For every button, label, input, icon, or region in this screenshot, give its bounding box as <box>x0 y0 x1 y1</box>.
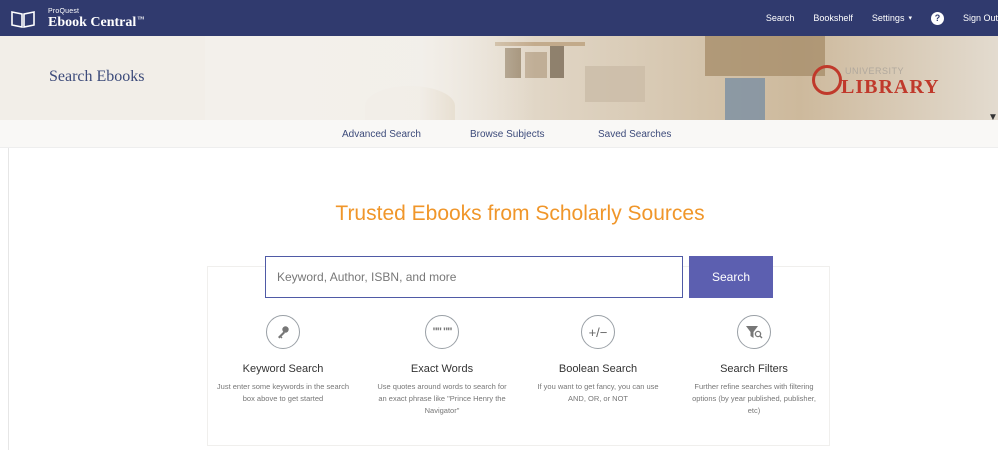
quotes-icon: "" "" <box>425 315 459 349</box>
top-nav-links: Search Bookshelf Settings ▾ ? Sign Out <box>766 0 998 36</box>
advanced-search-link[interactable]: Advanced Search <box>342 129 421 140</box>
settings-label: Settings <box>871 13 905 23</box>
help-icon: ? <box>930 11 944 25</box>
help-button[interactable]: ? <box>930 11 944 25</box>
feature-description: If you want to get fancy, you can use AN… <box>537 382 659 403</box>
open-book-icon <box>10 8 36 30</box>
banner-dropdown-icon[interactable]: ▼ <box>988 112 998 120</box>
feature-description: Use quotes around words to search for an… <box>377 382 507 415</box>
nav-settings-menu[interactable]: Settings ▾ <box>872 13 912 23</box>
feature-boolean-search: +/− Boolean Search If you want to get fa… <box>523 315 673 405</box>
saved-searches-link[interactable]: Saved Searches <box>598 129 671 140</box>
plus-minus-icon: +/− <box>581 315 615 349</box>
logo-subtitle: UNIVERSITY <box>845 66 905 76</box>
feature-exact-words: "" "" Exact Words Use quotes around word… <box>367 315 517 417</box>
brand-sup: ProQuest <box>48 8 80 15</box>
feature-title: Boolean Search <box>558 363 638 375</box>
logo-title: LIBRARY <box>841 76 940 98</box>
feature-title: Exact Words <box>410 363 474 375</box>
search-subnav: Advanced Search Browse Subjects Saved Se… <box>0 120 998 148</box>
feature-keyword-search: Keyword Search Just enter some keywords … <box>208 315 358 405</box>
feature-title: Search Filters <box>720 363 788 375</box>
sign-out-link[interactable]: Sign Out <box>963 13 998 23</box>
nav-search-link[interactable]: Search <box>766 13 795 23</box>
filter-icon <box>737 315 771 349</box>
headline: Trusted Ebooks from Scholarly Sources <box>335 202 705 225</box>
left-divider <box>8 148 9 450</box>
feature-search-filters: Search Filters Further refine searches w… <box>679 315 829 417</box>
feature-description: Further refine searches with filtering o… <box>692 382 816 415</box>
browse-subjects-link[interactable]: Browse Subjects <box>470 129 544 140</box>
search-input[interactable] <box>265 256 683 298</box>
brand-logo[interactable]: ProQuest Ebook Central™ <box>10 6 144 32</box>
brand-name: Ebook Central™ <box>48 15 145 30</box>
page-title: Search Ebooks <box>49 68 145 85</box>
key-icon <box>266 315 300 349</box>
header-banner: Search Ebooks UNIVERSITY LIBRARY ▼ <box>0 36 998 120</box>
search-button[interactable]: Search <box>689 256 773 298</box>
nav-bookshelf-link[interactable]: Bookshelf <box>813 13 853 23</box>
feature-title: Keyword Search <box>242 363 324 375</box>
chevron-down-icon: ▾ <box>908 15 912 22</box>
feature-description: Just enter some keywords in the search b… <box>216 382 350 403</box>
logo-circle-icon <box>812 65 842 95</box>
top-navbar: ProQuest Ebook Central™ Search Bookshelf… <box>0 0 998 36</box>
trademark-symbol: ™ <box>137 15 145 23</box>
university-library-logo[interactable]: UNIVERSITY LIBRARY <box>812 64 952 100</box>
